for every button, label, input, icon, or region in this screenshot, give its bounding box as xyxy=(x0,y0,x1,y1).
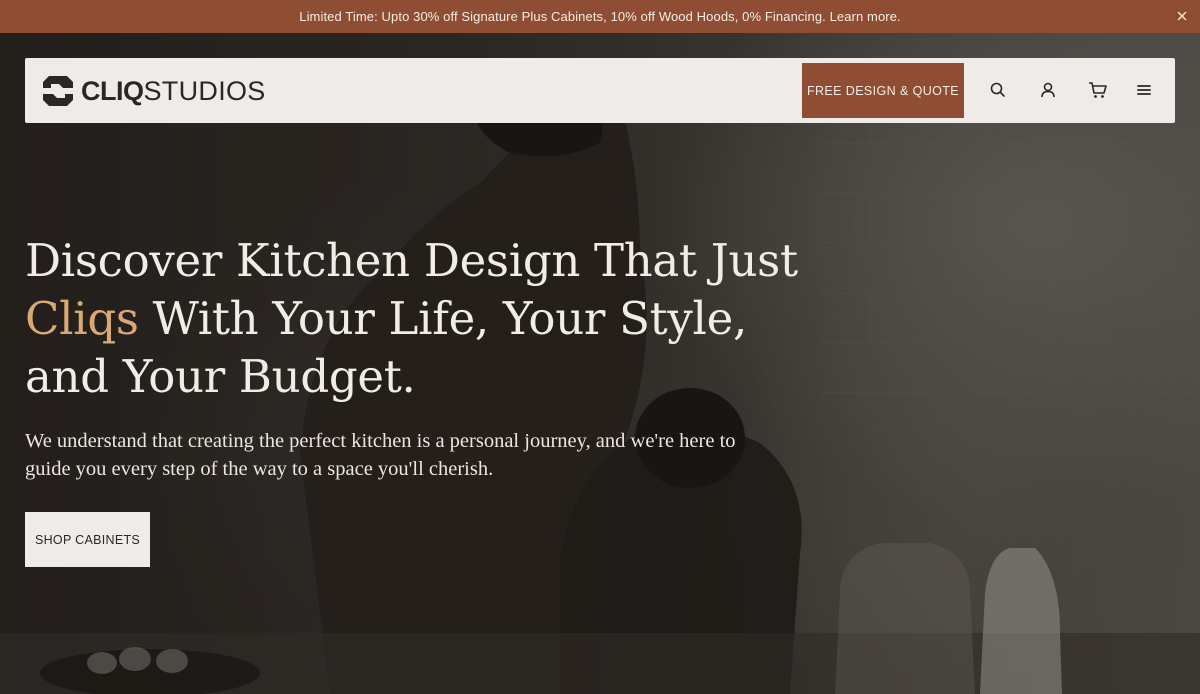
free-design-quote-button[interactable]: FREE DESIGN & QUOTE xyxy=(802,63,964,118)
cart-icon[interactable] xyxy=(1088,80,1108,100)
hero-subcopy: We understand that creating the perfect … xyxy=(25,430,736,480)
cliq-logo-mark-icon xyxy=(43,76,73,106)
headline-accent-word: Cliqs xyxy=(25,292,139,345)
promo-text[interactable]: Limited Time: Upto 30% off Signature Plu… xyxy=(299,9,901,24)
menu-icon[interactable] xyxy=(1134,80,1154,100)
account-icon[interactable] xyxy=(1038,80,1058,100)
promo-banner: Limited Time: Upto 30% off Signature Plu… xyxy=(0,0,1200,33)
shop-cabinets-button[interactable]: SHOP CABINETS xyxy=(25,512,150,567)
headline-line-3: and Your Budget. xyxy=(25,350,416,403)
brand-name-regular: STUDIOS xyxy=(143,75,266,106)
search-icon[interactable] xyxy=(988,80,1008,100)
main-navigation: CLIQSTUDIOS FREE DESIGN & QUOTE xyxy=(25,58,1175,123)
brand-name-bold: CLIQ xyxy=(81,75,144,106)
close-icon[interactable] xyxy=(1174,8,1190,24)
hero-headline: Discover Kitchen Design That Just Cliqs … xyxy=(25,232,825,406)
brand-wordmark: CLIQSTUDIOS xyxy=(81,75,266,106)
headline-line-2: With Your Life, Your Style, xyxy=(138,292,748,345)
headline-line-1: Discover Kitchen Design That Just xyxy=(25,234,798,287)
brand-logo[interactable]: CLIQSTUDIOS xyxy=(41,74,266,108)
